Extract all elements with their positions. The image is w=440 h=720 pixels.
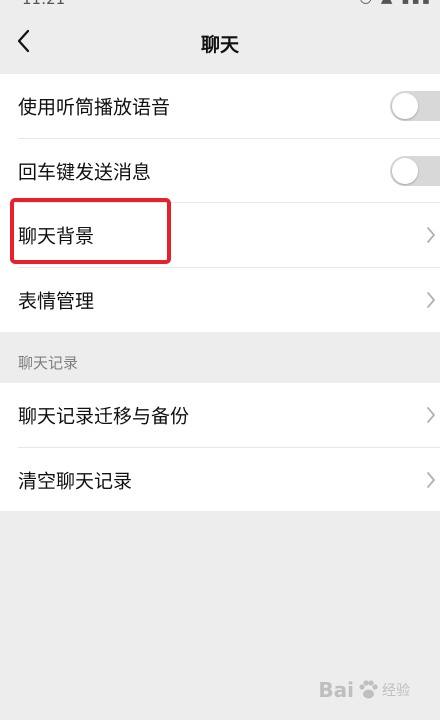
page-title: 聊天: [200, 34, 239, 56]
watermark-logo-text: Bai: [318, 678, 354, 702]
setting-label: 表情管理: [18, 290, 95, 313]
chevron-right-icon: [427, 227, 435, 244]
setting-label: 聊天记录迁移与备份: [18, 405, 190, 428]
setting-row-migrate-backup[interactable]: 聊天记录迁移与备份: [0, 383, 440, 448]
status-icons: ◔ ▲ ▮▮▮: [359, 0, 432, 6]
earpiece-toggle[interactable]: [390, 91, 440, 122]
section-header-chat-history: 聊天记录: [18, 354, 79, 372]
annotation-highlight-box: [10, 198, 171, 264]
toggle-knob: [392, 93, 418, 120]
toggle-knob: [392, 157, 418, 184]
setting-label: 清空聊天记录: [18, 470, 133, 493]
chevron-right-icon: [427, 407, 435, 424]
status-bar: 11:21 ◔ ▲ ▮▮▮: [0, 0, 440, 8]
status-time: 11:21: [22, 0, 65, 8]
nav-bar: 聊天: [0, 8, 440, 74]
setting-label: 使用听筒播放语音: [18, 96, 171, 119]
paw-icon: [359, 680, 378, 699]
setting-row-clear-history[interactable]: 清空聊天记录: [0, 448, 440, 513]
setting-row-earpiece: 使用听筒播放语音: [0, 74, 440, 139]
chevron-right-icon: [427, 291, 435, 308]
setting-row-enter-send: 回车键发送消息: [0, 139, 440, 203]
history-group: 聊天记录迁移与备份 清空聊天记录: [0, 383, 440, 511]
chevron-right-icon: [427, 471, 435, 488]
chat-settings-page: 11:21 ◔ ▲ ▮▮▮ 聊天 使用听筒播放语音 回车键发送消息: [0, 0, 440, 720]
watermark-sub-text: 经验: [382, 683, 410, 699]
enter-send-toggle[interactable]: [390, 155, 440, 186]
setting-row-sticker-manage[interactable]: 表情管理: [0, 268, 440, 333]
baidu-jingyan-watermark: Bai 经验: [318, 674, 410, 706]
setting-label: 回车键发送消息: [18, 161, 152, 184]
